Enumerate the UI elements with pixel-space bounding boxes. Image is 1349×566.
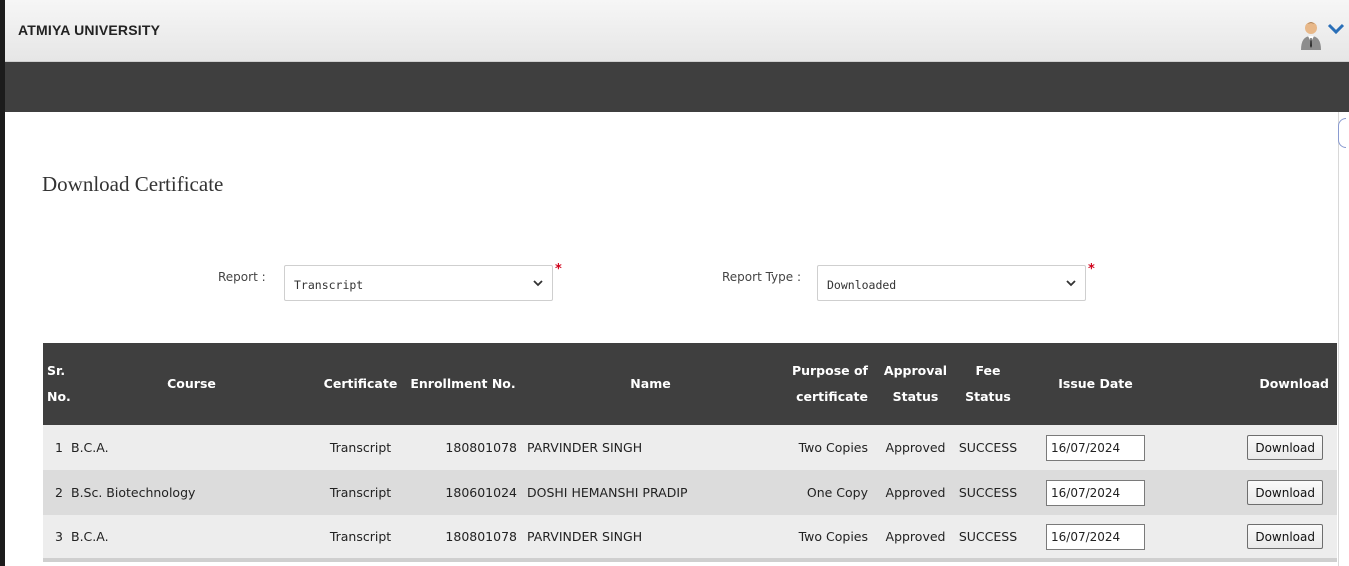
cell-enrollment: 180801078 — [403, 425, 523, 470]
cell-sr: 2 — [43, 470, 65, 515]
report-label: Report : — [218, 270, 266, 284]
col-sr-line1: Sr. — [47, 363, 66, 378]
col-sr-no: Sr. No. — [43, 343, 71, 425]
required-marker: * — [555, 262, 562, 277]
issue-date-input[interactable] — [1046, 434, 1145, 461]
report-type-select-value: Downloaded — [827, 278, 897, 292]
cell-name: PARVINDER SINGH — [523, 425, 778, 470]
col-purpose-line1: Purpose of — [791, 363, 868, 378]
issue-date-input[interactable] — [1046, 523, 1145, 550]
report-select[interactable]: Transcript — [284, 265, 553, 301]
nav-bar — [5, 62, 1349, 112]
cell-enrollment: 180601024 — [403, 470, 523, 515]
cell-certificate: Transcript — [318, 470, 403, 515]
cell-purpose: One Copy — [778, 470, 878, 515]
required-marker: * — [1088, 262, 1095, 277]
cell-fee-status: SUCCESS — [953, 425, 1023, 470]
cell-approval: Approved — [878, 515, 953, 562]
col-purpose[interactable]: Purpose of certificate — [778, 343, 878, 425]
cell-purpose: Two Copies — [778, 425, 878, 470]
issue-date-input[interactable] — [1046, 479, 1145, 506]
download-button[interactable]: Download — [1247, 435, 1323, 460]
cell-enrollment: 180801078 — [403, 515, 523, 562]
table-header-row: Sr. No. Course Certificate Enrollment No… — [43, 343, 1337, 425]
report-select-value: Transcript — [294, 278, 364, 292]
cell-certificate: Transcript — [318, 515, 403, 562]
download-button[interactable]: Download — [1247, 480, 1323, 505]
col-fee-status[interactable]: Fee Status — [953, 343, 1023, 425]
col-approval-line1: Approval — [883, 363, 948, 378]
cell-sr: 3 — [43, 515, 65, 562]
download-button[interactable]: Download — [1247, 524, 1323, 549]
cell-fee-status: SUCCESS — [953, 470, 1023, 515]
table-row: 2 B.Sc. Biotechnology Transcript 1806010… — [43, 470, 1337, 515]
chevron-down-icon[interactable] — [1327, 22, 1345, 36]
report-type-label: Report Type : — [722, 270, 802, 284]
right-scroll-edge — [1338, 112, 1349, 566]
top-header: ATMIYA UNIVERSITY — [5, 0, 1349, 62]
col-name[interactable]: Name — [523, 343, 778, 425]
col-purpose-line2: certificate — [796, 389, 868, 404]
cell-purpose: Two Copies — [778, 515, 878, 562]
cell-approval: Approved — [878, 470, 953, 515]
table-row: 1 B.C.A. Transcript 180801078 PARVINDER … — [43, 425, 1337, 470]
cell-sr: 1 — [43, 425, 65, 470]
user-avatar-icon[interactable] — [1300, 20, 1322, 50]
page-title: Download Certificate — [42, 172, 224, 196]
right-edge-handle[interactable] — [1338, 118, 1346, 148]
cell-name: DOSHI HEMANSHI PRADIP — [523, 470, 778, 515]
cell-course: B.Sc. Biotechnology — [65, 470, 318, 515]
col-approval[interactable]: Approval Status — [878, 343, 953, 425]
col-course[interactable]: Course — [65, 343, 318, 425]
table-row: 3 B.C.A. Transcript 180801078 PARVINDER … — [43, 515, 1337, 562]
cell-fee-status: SUCCESS — [953, 515, 1023, 562]
col-approval-line2: Status — [892, 389, 939, 404]
col-enrollment[interactable]: Enrollment No. — [403, 343, 523, 425]
col-issue-date[interactable]: Issue Date — [1023, 343, 1168, 425]
cell-course: B.C.A. — [65, 515, 318, 562]
brand-title: ATMIYA UNIVERSITY — [18, 22, 161, 38]
cell-name: PARVINDER SINGH — [523, 515, 778, 562]
col-certificate[interactable]: Certificate — [318, 343, 403, 425]
cell-certificate: Transcript — [318, 425, 403, 470]
report-type-select[interactable]: Downloaded — [817, 265, 1086, 301]
certificate-table: Sr. No. Course Certificate Enrollment No… — [43, 343, 1337, 562]
col-sr-line2: No. — [47, 389, 71, 404]
col-download[interactable]: Download — [1168, 343, 1337, 425]
cell-approval: Approved — [878, 425, 953, 470]
cell-course: B.C.A. — [65, 425, 318, 470]
chevron-down-icon — [533, 280, 543, 287]
chevron-down-icon — [1066, 280, 1076, 287]
